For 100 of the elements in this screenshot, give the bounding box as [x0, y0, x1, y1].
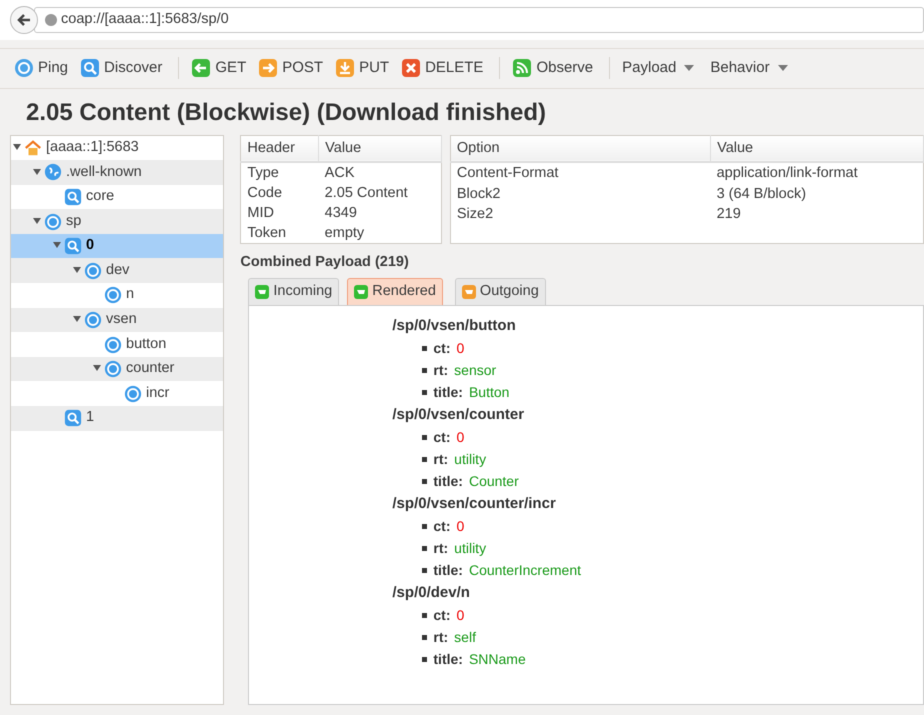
tree-item[interactable]: core — [11, 184, 224, 210]
table-cell: MID — [240, 203, 319, 224]
toolbar-button[interactable]: Observe — [508, 55, 598, 82]
bullet-icon — [422, 568, 428, 573]
attribute-key: title: — [433, 560, 463, 580]
attribute-key: ct: — [433, 338, 451, 358]
resource-path: /sp/0/vsen/counter — [392, 404, 526, 425]
back-arrow-icon — [16, 12, 32, 28]
column-header[interactable]: Option — [450, 135, 711, 162]
attribute-value: Counter — [468, 472, 519, 491]
expander-icon[interactable] — [33, 168, 41, 176]
toolbar-button[interactable]: Ping — [10, 55, 72, 82]
attribute-value: 0 — [456, 516, 464, 536]
attribute-key: ct: — [433, 516, 451, 536]
resource-path: /sp/0/vsen/counter/incr — [392, 494, 557, 514]
bullet-icon — [422, 390, 428, 395]
tree-item[interactable]: sp — [11, 209, 224, 234]
bullet-icon — [422, 634, 428, 640]
bullet-icon — [422, 434, 428, 440]
table-cell: 2.05 Content — [318, 183, 442, 204]
table-cell: Size2 — [450, 204, 711, 224]
attribute-key: ct: — [433, 428, 451, 447]
tab-icon — [354, 284, 368, 299]
resource-icon — [104, 336, 122, 354]
address-field[interactable]: coap://[aaaa::1]:5683/sp/0 — [34, 7, 924, 33]
tree-item[interactable]: n — [11, 283, 224, 308]
tree-item[interactable]: incr — [11, 381, 224, 406]
url-text: coap://[aaaa::1]:5683/sp/0 — [61, 10, 229, 30]
expander-icon[interactable] — [13, 143, 21, 152]
toolbar-button[interactable]: DELETE — [397, 55, 488, 82]
table-cell: Block2 — [450, 184, 711, 204]
table-cell: Content-Format — [450, 162, 711, 184]
table-cell: 3 (64 B/block) — [710, 184, 924, 204]
tree-item[interactable]: 1 — [11, 406, 224, 431]
download-icon — [335, 58, 356, 78]
table-cell: application/link-format — [710, 162, 924, 184]
bullet-icon — [422, 478, 428, 484]
home-icon — [24, 138, 42, 157]
table-cell: 219 — [710, 204, 924, 224]
attribute-key: title: — [433, 472, 463, 491]
attribute-value: utility — [454, 450, 486, 469]
attribute-key: rt: — [433, 360, 448, 380]
attribute-value: utility — [454, 538, 486, 558]
tab-icon — [462, 284, 476, 299]
dropdown-button[interactable]: Behavior — [706, 55, 792, 82]
tree-item[interactable]: .well-known — [11, 160, 224, 185]
tree-item[interactable]: vsen — [11, 308, 224, 332]
attribute-value: self — [454, 628, 476, 647]
tree-item[interactable]: counter — [11, 356, 224, 382]
resource-path: /sp/0/vsen/button — [392, 316, 517, 336]
attribute-value: 0 — [456, 338, 464, 358]
expander-icon[interactable] — [73, 315, 81, 324]
toolbar-button[interactable]: Discover — [76, 55, 166, 82]
column-header[interactable]: Value — [710, 135, 924, 162]
attribute-value: Button — [468, 382, 510, 402]
table-cell: Code — [240, 183, 319, 204]
expander-icon[interactable] — [53, 241, 61, 250]
attribute-value: 0 — [456, 428, 464, 447]
close-icon — [401, 58, 422, 78]
payload-heading: Combined Payload (219) — [240, 253, 410, 272]
search-icon — [64, 237, 82, 256]
payload-tab[interactable]: Outgoing — [454, 278, 546, 305]
tree-item[interactable]: dev — [11, 258, 224, 284]
bullet-icon — [422, 524, 428, 529]
caret-icon — [684, 65, 694, 72]
tree-item[interactable]: 0 — [11, 234, 224, 258]
bullet-icon — [422, 346, 428, 351]
tab-icon — [255, 284, 270, 299]
dropdown-button[interactable]: Payload — [618, 55, 698, 82]
attribute-key: title: — [433, 650, 463, 669]
attribute-value: CounterIncrement — [468, 560, 582, 580]
search-icon — [64, 409, 82, 428]
attribute-value: sensor — [454, 360, 496, 380]
payload-tab[interactable]: Incoming — [248, 278, 340, 305]
column-header[interactable]: Value — [318, 135, 442, 162]
expander-icon[interactable] — [33, 216, 41, 225]
bullet-icon — [422, 456, 428, 462]
attribute-value: SNName — [468, 650, 526, 669]
expander-icon[interactable] — [73, 266, 81, 274]
back-button[interactable] — [10, 6, 38, 34]
toolbar-button[interactable]: GET — [187, 55, 250, 82]
table-cell: ACK — [318, 162, 442, 184]
tree-item[interactable]: button — [11, 332, 224, 357]
attribute-key: ct: — [433, 606, 451, 625]
expander-icon[interactable] — [93, 364, 101, 372]
resource-icon — [124, 384, 142, 403]
bullet-icon — [422, 546, 428, 551]
resource-path: /sp/0/dev/n — [392, 582, 471, 603]
column-header[interactable]: Header — [240, 135, 319, 162]
response-title: 2.05 Content (Blockwise) (Download finished) — [26, 98, 548, 128]
payload-tab[interactable]: Rendered — [347, 278, 443, 305]
toolbar-button[interactable]: POST — [254, 55, 328, 82]
bullet-icon — [422, 656, 428, 662]
rss-icon — [512, 58, 532, 78]
search-icon — [64, 188, 82, 206]
attribute-key: rt: — [433, 450, 448, 469]
toolbar-button[interactable]: PUT — [331, 55, 394, 82]
caret-icon — [778, 65, 788, 72]
tree-item[interactable]: [aaaa::1]:5683 — [11, 136, 224, 160]
attribute-value: 0 — [456, 606, 464, 625]
